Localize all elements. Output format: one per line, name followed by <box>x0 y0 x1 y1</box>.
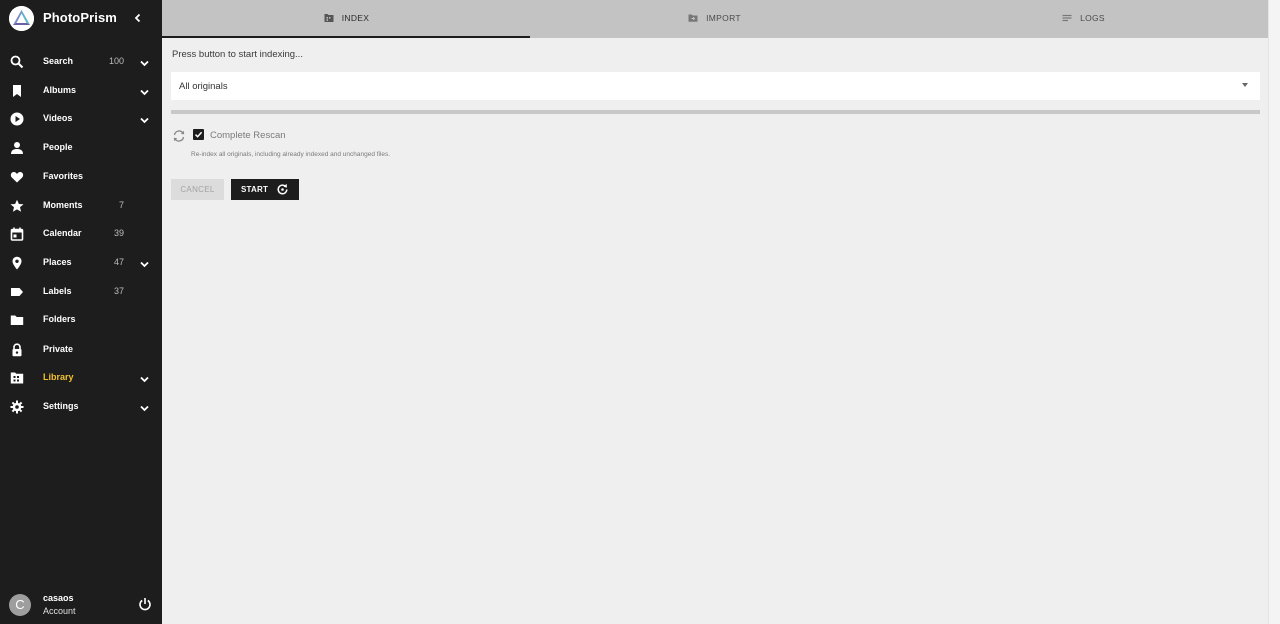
refresh-icon <box>172 129 186 143</box>
path-select-value: All originals <box>179 81 228 92</box>
sidebar-item-albums[interactable]: Albums <box>0 77 162 105</box>
account-name: casaos <box>43 593 74 603</box>
sidebar-item-folders[interactable]: Folders <box>0 306 162 334</box>
star-icon <box>10 199 24 213</box>
chevron-down-icon[interactable] <box>139 113 150 124</box>
collapse-sidebar-icon[interactable] <box>131 11 145 25</box>
caret-down-icon <box>1242 83 1248 87</box>
account-panel[interactable]: C casaos Account <box>0 590 162 620</box>
index-status-text: Press button to start indexing... <box>172 49 303 60</box>
sidebar-item-count: 7 <box>118 200 124 210</box>
page-scrollbar[interactable] <box>1268 0 1280 624</box>
path-select[interactable]: All originals <box>171 72 1260 100</box>
sidebar-item-videos[interactable]: Videos <box>0 105 162 133</box>
sidebar-item-label: Videos <box>43 113 73 123</box>
library-icon <box>324 13 334 23</box>
sidebar: PhotoPrism Search 100 Albums Videos Peop… <box>0 0 162 624</box>
sidebar-item-label: Search <box>43 56 74 66</box>
calendar-icon <box>10 227 24 241</box>
bookmark-icon <box>10 84 24 98</box>
sidebar-item-count: 47 <box>113 257 124 267</box>
sidebar-item-count: 100 <box>108 56 124 66</box>
app-title: PhotoPrism <box>43 10 117 25</box>
avatar[interactable]: C <box>9 594 31 616</box>
cancel-button[interactable]: CANCEL <box>171 179 224 200</box>
folder-import-icon <box>688 13 698 23</box>
restart-icon <box>276 183 289 196</box>
sidebar-item-label: Settings <box>43 401 79 411</box>
complete-rescan-label[interactable]: Complete Rescan <box>210 130 286 141</box>
sidebar-item-places[interactable]: Places 47 <box>0 249 162 277</box>
play-icon <box>10 112 24 126</box>
sidebar-item-labels[interactable]: Labels 37 <box>0 278 162 306</box>
library-icon <box>10 371 24 385</box>
sidebar-item-label: Labels <box>43 286 72 296</box>
index-panel: Press button to start indexing... All or… <box>162 38 1268 624</box>
tab-index[interactable]: INDEX <box>162 0 531 38</box>
sidebar-item-settings[interactable]: Settings <box>0 393 162 421</box>
sidebar-item-moments[interactable]: Moments 7 <box>0 192 162 220</box>
index-progress-bar <box>171 110 1260 114</box>
map-pin-icon <box>10 256 24 270</box>
heart-icon <box>10 170 24 184</box>
photoprism-logo[interactable] <box>9 6 34 31</box>
logs-icon <box>1062 13 1072 23</box>
tab-logs[interactable]: LOGS <box>899 0 1268 38</box>
sidebar-item-people[interactable]: People <box>0 134 162 162</box>
chevron-down-icon[interactable] <box>139 257 150 268</box>
sidebar-item-label: Albums <box>43 85 77 95</box>
start-button-label: START <box>241 185 269 194</box>
label-icon <box>10 285 24 299</box>
chevron-down-icon[interactable] <box>139 372 150 383</box>
account-subtitle: Account <box>43 606 76 616</box>
tab-import[interactable]: IMPORT <box>530 0 899 38</box>
sidebar-item-label: People <box>43 142 73 152</box>
chevron-down-icon[interactable] <box>139 85 150 96</box>
brand: PhotoPrism <box>0 0 162 38</box>
sidebar-item-label: Calendar <box>43 228 82 238</box>
gear-icon <box>10 400 24 414</box>
sidebar-item-label: Moments <box>43 200 83 210</box>
sidebar-item-count: 39 <box>113 228 124 238</box>
person-icon <box>10 141 24 155</box>
tab-label: LOGS <box>1080 13 1105 23</box>
sidebar-item-calendar[interactable]: Calendar 39 <box>0 220 162 248</box>
chevron-down-icon[interactable] <box>139 56 150 67</box>
sidebar-item-favorites[interactable]: Favorites <box>0 163 162 191</box>
sidebar-item-label: Places <box>43 257 72 267</box>
sidebar-item-label: Favorites <box>43 171 84 181</box>
sidebar-item-count: 37 <box>113 286 124 296</box>
power-icon[interactable] <box>138 597 152 611</box>
sidebar-item-private[interactable]: Private <box>0 336 162 364</box>
start-button[interactable]: START <box>231 179 299 200</box>
sidebar-item-label: Folders <box>43 314 76 324</box>
lock-icon <box>10 343 24 357</box>
sidebar-item-label: Library <box>43 372 74 382</box>
sidebar-item-label: Private <box>43 344 74 354</box>
complete-rescan-help: Re-index all originals, including alread… <box>191 151 391 158</box>
folder-icon <box>10 313 24 327</box>
library-tabs: INDEX IMPORT LOGS <box>162 0 1268 38</box>
sidebar-item-search[interactable]: Search 100 <box>0 48 162 76</box>
complete-rescan-checkbox[interactable] <box>193 129 204 140</box>
search-icon <box>10 55 24 69</box>
tab-label: INDEX <box>341 13 370 23</box>
tab-label: IMPORT <box>706 13 741 23</box>
chevron-down-icon[interactable] <box>139 401 150 412</box>
sidebar-item-library[interactable]: Library <box>0 364 162 392</box>
